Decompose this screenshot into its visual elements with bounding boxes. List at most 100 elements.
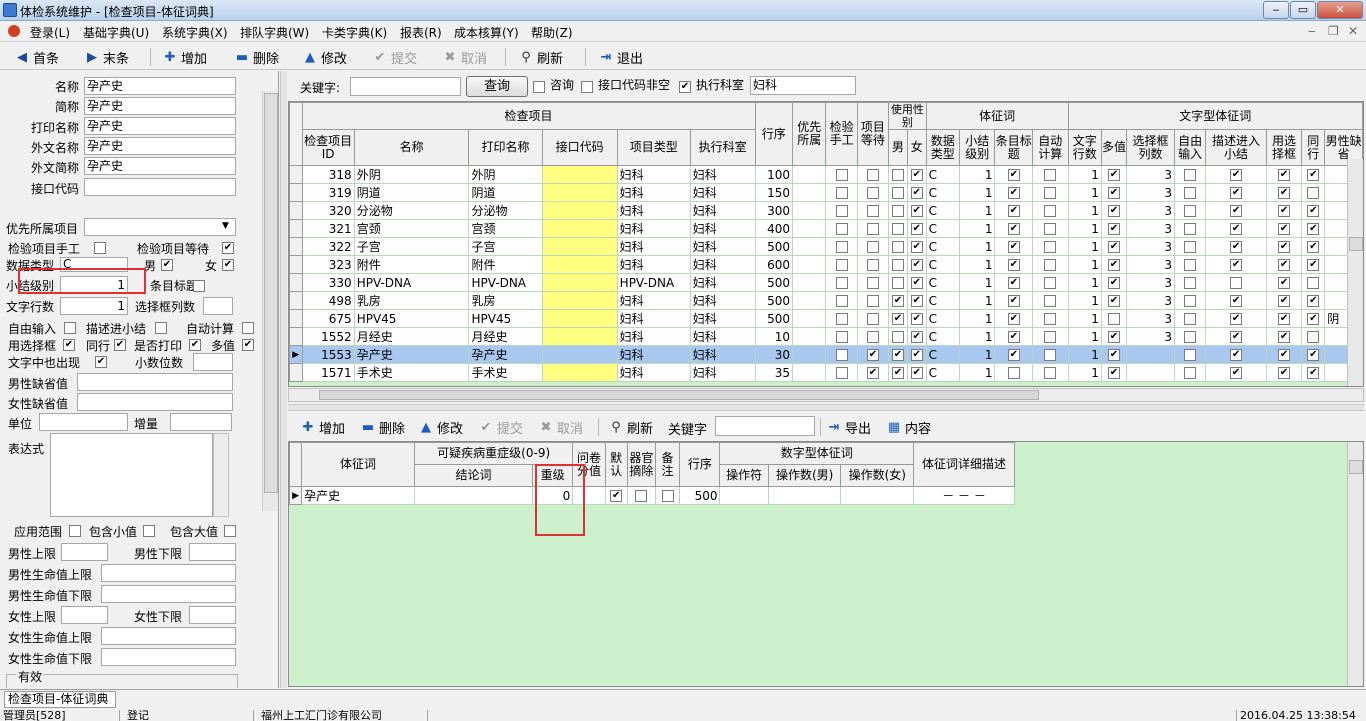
cell-free[interactable] [1173,327,1207,346]
table-row[interactable]: 498 乳房 乳房 妇科 妇科 500 ✔ ✔ C 1 ✔ 1 ✔ 3 ✔ ✔ ✔ [289,291,1363,310]
cell-manual[interactable] [825,237,858,256]
cell-data-type[interactable]: C [925,309,961,328]
cell-cols[interactable]: 3 [1125,309,1175,328]
cell-checkbox[interactable] [1044,313,1057,325]
horizontal-splitter[interactable] [288,404,1364,411]
header-organ-removed[interactable]: 器官摘除 [626,442,656,487]
cell-interface-code[interactable] [541,183,618,202]
cell-project-type[interactable]: HPV-DNA [616,273,691,292]
cell-desc[interactable]: ✔ [1205,165,1267,184]
cell-checkbox[interactable]: ✔ [1007,223,1020,235]
cell-data-type[interactable]: C [925,219,961,238]
cell-wait[interactable] [856,273,890,292]
cell-f[interactable]: ✔ [906,183,927,202]
cell-checkbox[interactable]: ✔ [1107,205,1120,217]
delete-button[interactable]: ▬ 删除 [234,47,279,67]
include-min-checkbox[interactable] [143,525,155,537]
cell-checkbox[interactable]: ✔ [1230,205,1243,217]
cell-checkbox[interactable] [1184,223,1197,235]
cell-dept[interactable]: 妇科 [689,345,756,364]
cell-operand-male[interactable] [767,486,842,505]
cell-same[interactable]: ✔ [1301,237,1326,256]
cell-wait[interactable] [856,201,890,220]
cell-checkbox[interactable] [661,490,674,502]
cell-cols[interactable]: 3 [1125,237,1175,256]
cell-m[interactable] [888,165,908,184]
cell-checkbox[interactable]: ✔ [910,367,923,379]
cell-multi[interactable]: ✔ [1100,291,1127,310]
male-life-lower-field[interactable] [101,585,236,603]
cell-checkbox[interactable] [866,205,879,217]
cell-level[interactable]: 1 [958,201,996,220]
cell-checkbox[interactable]: ✔ [1307,169,1320,181]
cell-priority[interactable] [792,327,827,346]
cell-project-type[interactable]: 妇科 [616,201,691,220]
cell-checkbox[interactable] [835,313,848,325]
header-desc-summary[interactable]: 描述进入小结 [1205,129,1267,166]
select-columns-field[interactable] [203,297,233,315]
cell-checkbox[interactable]: ✔ [1278,187,1291,199]
cell-priority[interactable] [792,165,827,184]
cell-checkbox[interactable]: ✔ [1107,367,1120,379]
cell-checkbox[interactable]: ✔ [1007,241,1020,253]
cell-checkbox[interactable] [891,205,904,217]
menu-card-dict[interactable]: 卡类字典(K) [322,24,387,41]
cell-order[interactable]: 35 [754,363,794,382]
item-title-checkbox[interactable] [193,280,205,292]
sign-submit-button[interactable]: ✔ 提交 [478,417,523,437]
consult-checkbox[interactable] [533,81,545,93]
table-row[interactable]: 323 附件 附件 妇科 妇科 600 ✔ C 1 ✔ 1 ✔ 3 ✔ ✔ ✔ [289,255,1363,274]
cell-manual[interactable] [825,255,858,274]
cell-sign-word[interactable]: 孕产史 [301,486,416,505]
cell-print-name[interactable]: HPV-DNA [468,273,543,292]
cell-cols[interactable]: 3 [1125,327,1175,346]
sign-refresh-button[interactable]: ⚲ 刷新 [608,417,653,437]
menu-queue-dict[interactable]: 排队字典(W) [240,24,309,41]
content-button[interactable]: ▦ 内容 [886,417,931,437]
cell-free[interactable] [1173,309,1207,328]
cell-checkbox[interactable]: ✔ [1307,223,1320,235]
cell-lines[interactable]: 1 [1067,291,1102,310]
header-sign-word[interactable]: 体征词 [301,442,416,487]
mdi-restore[interactable]: ❐ [1328,24,1339,38]
cell-checkbox[interactable] [1044,259,1057,271]
cell-print-name[interactable]: 宫颈 [468,219,543,238]
cell-checkbox[interactable] [635,490,648,502]
cell-ttl[interactable]: ✔ [994,183,1034,202]
cell-lines[interactable]: 1 [1067,309,1102,328]
cell-use[interactable]: ✔ [1265,255,1303,274]
cell-lines[interactable]: 1 [1067,273,1102,292]
cell-f[interactable]: ✔ [906,309,927,328]
cell-desc[interactable]: ✔ [1205,219,1267,238]
cell-same[interactable]: ✔ [1301,255,1326,274]
cell-checkbox[interactable]: ✔ [1307,367,1320,379]
cell-checkbox[interactable]: ✔ [910,259,923,271]
cell-checkbox[interactable]: ✔ [1007,205,1020,217]
cell-m[interactable] [888,183,908,202]
cell-checkbox[interactable]: ✔ [1307,313,1320,325]
cell-order[interactable]: 300 [754,201,794,220]
cell-free[interactable] [1173,165,1207,184]
header-item-title[interactable]: 条目标题 [994,129,1034,166]
cell-same[interactable]: ✔ [1301,219,1326,238]
cell-order[interactable]: 500 [754,273,794,292]
maximize-button[interactable]: ▭ [1290,1,1316,19]
cell-multi[interactable]: ✔ [1100,327,1127,346]
header-id[interactable]: 检查项目ID [301,129,355,166]
cell-print-name[interactable]: 附件 [468,255,543,274]
cell-m[interactable]: ✔ [888,363,908,382]
cell-free[interactable] [1173,201,1207,220]
cell-name[interactable]: 乳房 [353,291,470,310]
cell-interface-code[interactable] [541,345,618,364]
cell-level[interactable]: 1 [958,327,996,346]
header-auto-calc[interactable]: 自动计算 [1032,129,1069,166]
cell-checkbox[interactable]: ✔ [1107,259,1120,271]
cell-conclusion[interactable] [414,486,533,505]
header-wait[interactable]: 项目等待 [856,102,890,166]
cell-checkbox[interactable] [1184,349,1197,361]
cell-checkbox[interactable] [1044,241,1057,253]
cell-dept[interactable]: 妇科 [689,183,756,202]
cell-checkbox[interactable] [1307,277,1320,289]
cell-checkbox[interactable]: ✔ [1107,187,1120,199]
cell-project-type[interactable]: 妇科 [616,291,691,310]
